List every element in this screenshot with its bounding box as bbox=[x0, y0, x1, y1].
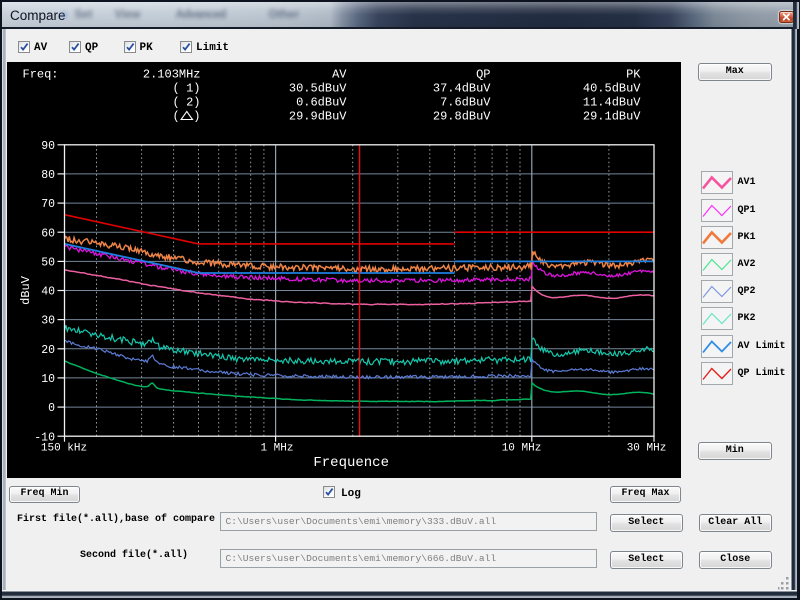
svg-text:AV: AV bbox=[332, 67, 347, 81]
svg-text:50: 50 bbox=[41, 256, 55, 269]
svg-text:80: 80 bbox=[41, 169, 55, 182]
svg-text:Frequence: Frequence bbox=[313, 455, 389, 471]
svg-text:dBuV: dBuV bbox=[19, 275, 33, 305]
svg-text:40: 40 bbox=[41, 285, 55, 298]
svg-text:10: 10 bbox=[41, 373, 55, 386]
svg-text:29.1dBuV: 29.1dBuV bbox=[582, 109, 640, 123]
svg-text:11.4dBuV: 11.4dBuV bbox=[582, 95, 640, 109]
svg-text:(: ( bbox=[172, 109, 179, 123]
svg-text:29.8dBuV: 29.8dBuV bbox=[432, 109, 490, 123]
svg-text:2.103MHz: 2.103MHz bbox=[142, 67, 200, 81]
svg-text:1 MHz: 1 MHz bbox=[260, 442, 293, 454]
svg-text:7.6dBuV: 7.6dBuV bbox=[440, 95, 491, 109]
svg-text:70: 70 bbox=[41, 198, 55, 211]
svg-text:30 MHz: 30 MHz bbox=[626, 442, 666, 454]
svg-text:90: 90 bbox=[41, 139, 55, 152]
svg-text:0: 0 bbox=[48, 402, 55, 415]
svg-text:20: 20 bbox=[41, 343, 55, 356]
svg-text:): ) bbox=[193, 109, 200, 123]
svg-text:(: ( bbox=[172, 81, 179, 95]
svg-text:0.6dBuV: 0.6dBuV bbox=[296, 95, 347, 109]
svg-text:(: ( bbox=[172, 95, 179, 109]
svg-text:1): 1) bbox=[186, 81, 200, 95]
svg-text:2): 2) bbox=[186, 95, 200, 109]
svg-text:30: 30 bbox=[41, 314, 55, 327]
svg-text:PK: PK bbox=[626, 67, 641, 81]
svg-text:37.4dBuV: 37.4dBuV bbox=[432, 81, 490, 95]
svg-text:29.9dBuV: 29.9dBuV bbox=[288, 109, 346, 123]
svg-text:QP: QP bbox=[476, 67, 490, 81]
svg-text:150 kHz: 150 kHz bbox=[40, 442, 86, 454]
svg-text:40.5dBuV: 40.5dBuV bbox=[582, 81, 640, 95]
svg-text:60: 60 bbox=[41, 227, 55, 240]
svg-text:10 MHz: 10 MHz bbox=[501, 442, 541, 454]
svg-text:30.5dBuV: 30.5dBuV bbox=[288, 81, 346, 95]
svg-text:Freq:: Freq: bbox=[22, 67, 58, 81]
